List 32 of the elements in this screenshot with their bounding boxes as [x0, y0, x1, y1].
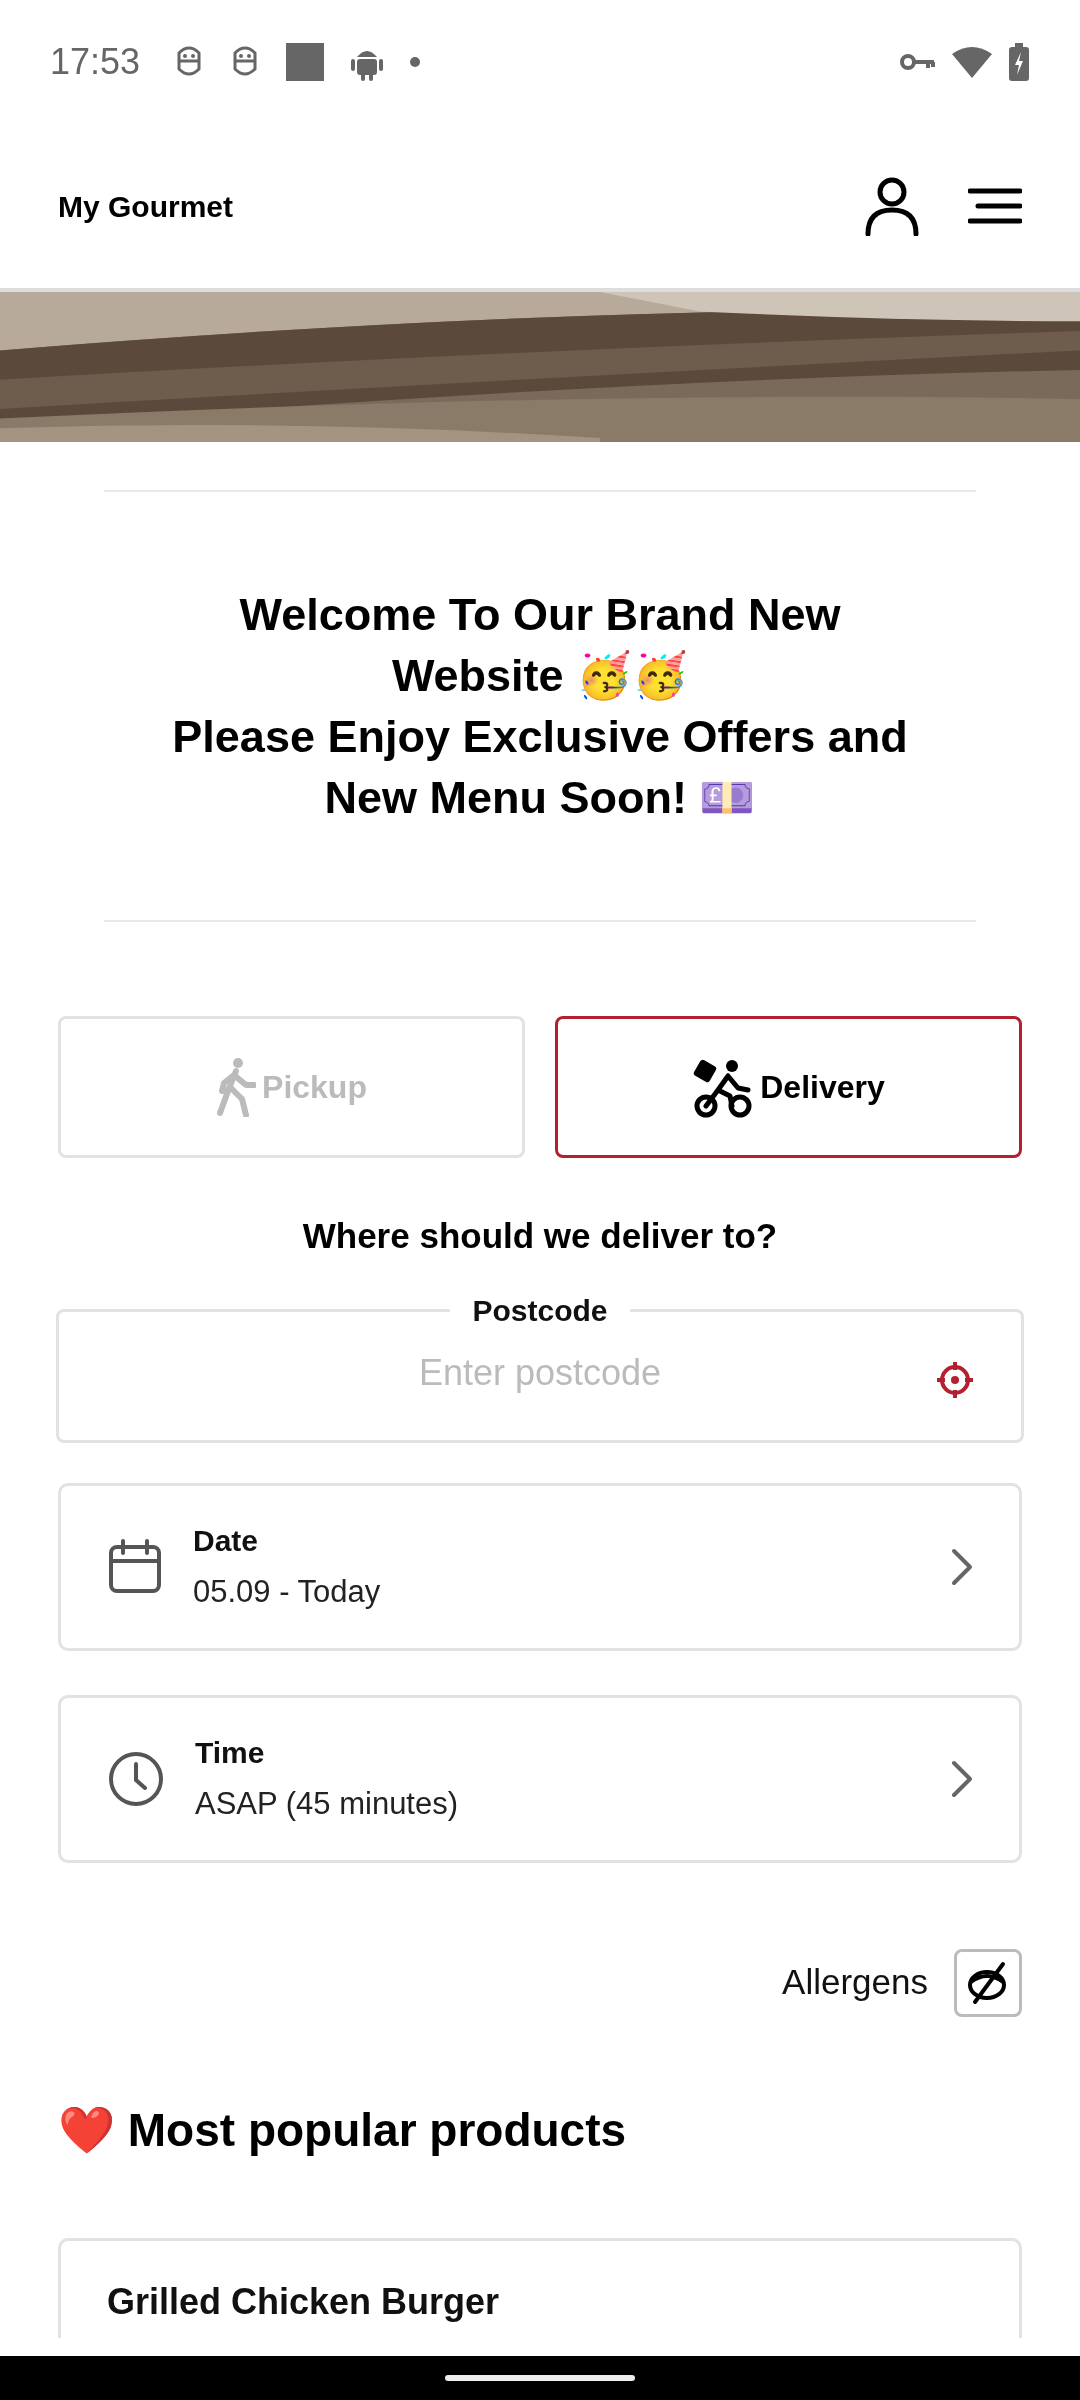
- postcode-input[interactable]: Enter postcode: [240, 1344, 840, 1401]
- locate-icon[interactable]: [935, 1359, 975, 1400]
- chevron-icon: [951, 1759, 973, 1798]
- home-handle[interactable]: [445, 2375, 635, 2381]
- chevron-icon: [951, 1547, 973, 1586]
- battery-icon: [1008, 43, 1030, 81]
- wifi-icon: [952, 46, 992, 78]
- allergens-button[interactable]: [954, 1948, 1022, 2017]
- user-icon[interactable]: [864, 176, 920, 236]
- allergens-label: Allergens: [782, 1961, 928, 2004]
- option-title: Date: [193, 1522, 260, 1559]
- status-time: 17:53: [50, 40, 141, 84]
- dot-icon: [410, 57, 421, 67]
- product-name: Grilled Chicken Burger: [107, 2279, 501, 2324]
- brand-title[interactable]: My Gourmet: [58, 183, 234, 229]
- time-selector[interactable]: Time ASAP (45 minutes): [58, 1694, 1022, 1863]
- delivery-question: Where should we deliver to?: [301, 1215, 779, 1257]
- date-selector[interactable]: Date 05.09 - Today: [58, 1482, 1022, 1651]
- menu-icon[interactable]: [968, 188, 1022, 224]
- clock-icon: [107, 1749, 165, 1808]
- key-icon: [900, 52, 936, 72]
- option-value: 05.09 - Today: [193, 1572, 382, 1611]
- walking-person-icon: [216, 1057, 257, 1117]
- square-icon: [286, 43, 325, 81]
- calendar-icon: [107, 1538, 163, 1595]
- postcode-label: Postcode: [471, 1292, 609, 1329]
- delivery-tab[interactable]: Delivery: [555, 1016, 1022, 1158]
- welcome-message: Welcome To Our Brand New Website 🥳🥳 Please Enjoy Exclusive Offers and New Menu Soon! 💷: [171, 588, 909, 825]
- option-value: ASAP (45 minutes): [195, 1784, 460, 1823]
- section-heading: ❤ Most popular products: [57, 2102, 628, 2158]
- product-card[interactable]: Grilled Chicken Burger: [58, 2237, 1022, 2338]
- option-title: Time: [195, 1734, 266, 1771]
